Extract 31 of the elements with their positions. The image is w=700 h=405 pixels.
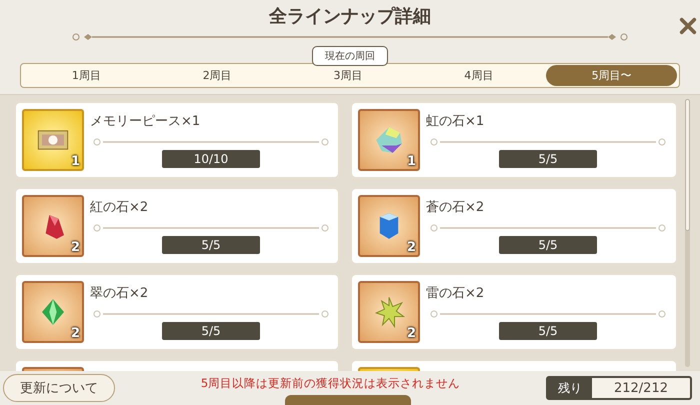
progress-counter: 5/5 (162, 322, 260, 340)
item-count: 2 (406, 326, 416, 342)
item-name: 雷の石×2 (426, 284, 484, 303)
item-count: 1 (70, 154, 80, 170)
item-count: 2 (406, 240, 416, 256)
round-tab[interactable]: 4周目 (413, 64, 544, 88)
item-count: 2 (70, 326, 80, 342)
item-name: 虹の石×1 (426, 112, 484, 131)
progress-counter: 10/10 (162, 150, 260, 168)
item-name: 蒼の石×2 (426, 198, 484, 217)
remaining-label: 残り (548, 378, 592, 398)
item-name: 翠の石×2 (90, 284, 148, 303)
progress-counter: 5/5 (499, 236, 597, 254)
progress-counter: 5/5 (162, 236, 260, 254)
item-count: 2 (70, 240, 80, 256)
scrollbar[interactable] (685, 99, 690, 368)
notice-text: 5周目以降は更新前の獲得状況は表示されません (200, 376, 462, 391)
round-tab[interactable]: 2周目 (152, 64, 283, 88)
remaining-value: 212/212 (612, 380, 669, 398)
round-tab[interactable]: 1周目 (21, 64, 152, 88)
round-tab[interactable]: 5周目〜 (546, 64, 677, 86)
dialog-title: 全ラインナップ詳細 (269, 5, 431, 29)
progress-counter: 5/5 (499, 150, 597, 168)
round-tab[interactable]: 3周目 (282, 64, 414, 88)
item-name: メモリーピース×1 (90, 112, 200, 131)
item-name: 紅の石×2 (90, 198, 148, 217)
close-icon[interactable] (679, 17, 697, 35)
current-round-tooltip: 現在の周回 (312, 46, 388, 66)
about-update-button[interactable]: 更新について (3, 374, 115, 402)
progress-counter: 5/5 (499, 322, 597, 340)
item-count: 1 (406, 154, 416, 170)
